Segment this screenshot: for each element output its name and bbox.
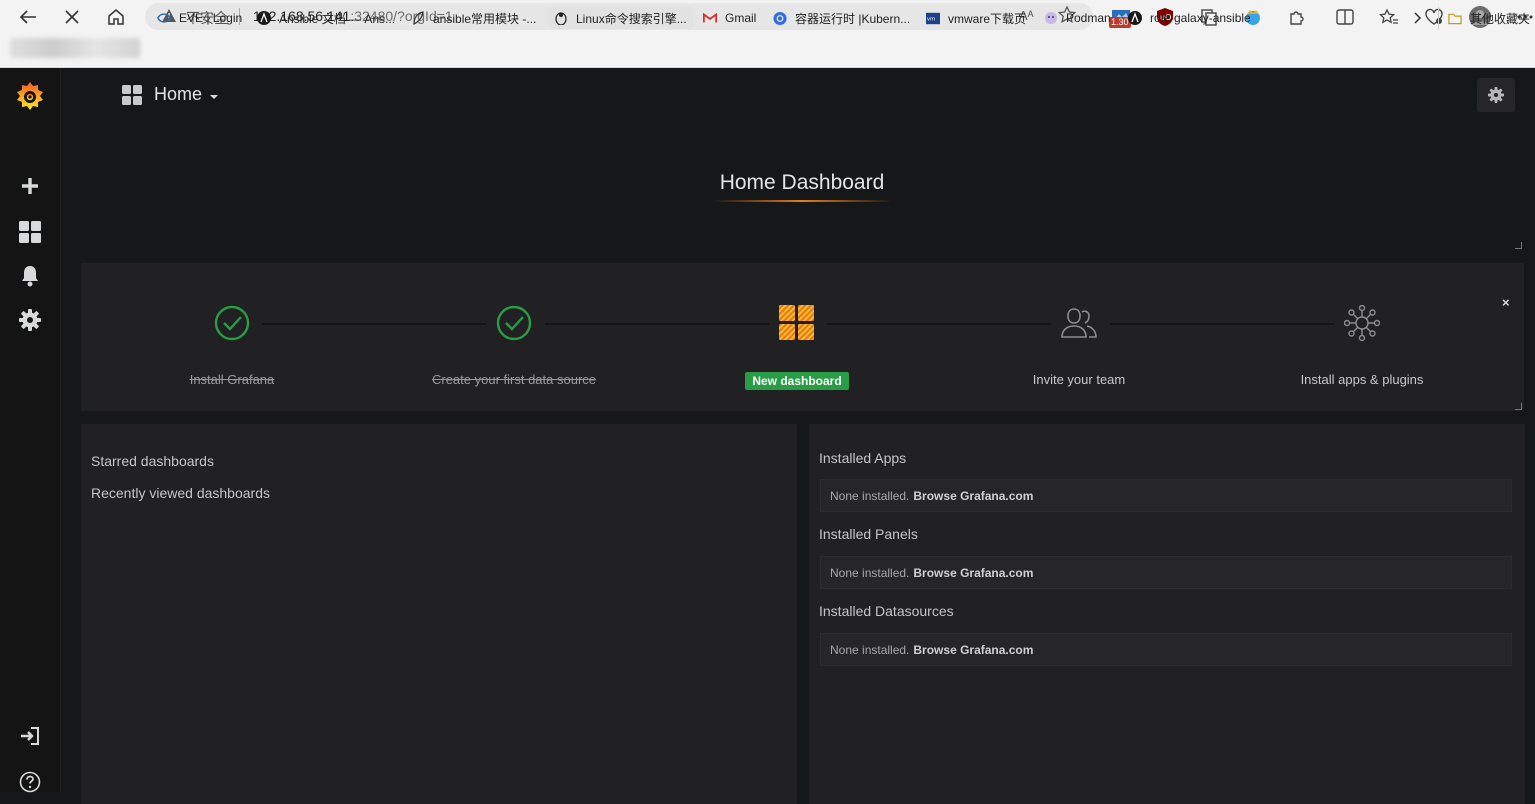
bookmark-ansible-docs[interactable]: Ansible 文档 — Ans...	[257, 7, 395, 29]
extensions-puzzle-icon[interactable]	[1284, 4, 1310, 30]
kubernetes-icon	[773, 11, 787, 25]
dashboard-grid-icon	[122, 84, 142, 105]
bookmark-vmware[interactable]: vm vmware下载页	[926, 7, 1026, 29]
step-label-text: Install Grafana	[189, 372, 275, 387]
step-label-invite-team[interactable]: Invite your team	[969, 372, 1189, 387]
sign-in-icon[interactable]	[0, 716, 60, 756]
installed-panels-box: None installed. Browse Grafana.com	[820, 556, 1512, 589]
step-label-text: Invite your team	[1032, 372, 1126, 387]
bookmark-label: Ansible 文档 — Ans...	[279, 11, 396, 26]
browse-grafana-link[interactable]: Browse Grafana.com	[913, 566, 1033, 580]
podman-icon	[1044, 11, 1058, 25]
bookmark-ansible-modules[interactable]: ansible常用模块 -...	[411, 7, 536, 29]
none-installed-text: None installed.	[830, 642, 910, 657]
eve-icon	[157, 11, 171, 25]
dashboard-navbar: Home	[61, 68, 1535, 128]
users-icon	[969, 293, 1189, 353]
plugins-network-icon	[1252, 293, 1472, 353]
bookmark-eve[interactable]: EVE | Login	[157, 7, 242, 29]
bookmark-linux-search[interactable]: Linux命令搜索引擎...	[548, 7, 693, 29]
back-icon[interactable]	[13, 3, 43, 30]
bookmark-label: EVE | Login	[179, 11, 243, 25]
bookmark-label: 容器运行时 |Kubern...	[795, 11, 911, 26]
blurred-bookmark	[10, 38, 140, 58]
checkmark-circle-icon	[404, 293, 624, 353]
starred-dashboards-heading: Starred dashboards	[91, 453, 214, 469]
step-new-dashboard	[687, 293, 907, 353]
installed-apps-box: None installed. Browse Grafana.com	[820, 479, 1512, 512]
bookmark-label: vmware下载页	[948, 11, 1027, 26]
home-dashboard-title: Home Dashboard	[719, 171, 885, 194]
cog-icon	[1488, 87, 1504, 103]
bookmark-label: Linux命令搜索引擎...	[576, 11, 687, 26]
getting-started-panel: Install Grafana Create your first data s…	[81, 263, 1524, 411]
bookmark-kubernetes[interactable]: 容器运行时 |Kubern...	[773, 7, 910, 29]
checkmark-circle-icon	[122, 293, 342, 353]
grafana-sidemenu	[0, 68, 61, 793]
feather-icon	[411, 11, 425, 25]
none-installed-text: None installed.	[830, 565, 910, 580]
dashboard-name: Home	[154, 84, 203, 104]
step-label-new-dashboard: New dashboard	[687, 372, 907, 390]
caret-down-icon	[210, 94, 219, 99]
bookmark-gmail[interactable]: Gmail	[703, 7, 756, 29]
bookmark-role-galaxy[interactable]: role-galaxy-ansible	[1128, 7, 1251, 29]
none-installed-text: None installed.	[830, 488, 910, 503]
resize-handle[interactable]	[1515, 403, 1522, 410]
bookmark-label: Gmail	[725, 11, 757, 25]
new-dashboard-button[interactable]: New dashboard	[745, 372, 849, 390]
other-favorites-label: 其他收藏夹	[1470, 11, 1531, 26]
title-underline	[714, 200, 891, 202]
installed-apps-heading: Installed Apps	[819, 450, 907, 466]
step-install-grafana	[122, 293, 342, 353]
gmail-icon	[703, 11, 717, 25]
dashboard-settings-button[interactable]	[1477, 78, 1515, 112]
vmware-icon: vm	[926, 11, 940, 25]
step-label-text: Create your first data source	[431, 372, 597, 387]
bookmark-podman[interactable]: Podman	[1044, 7, 1111, 29]
alerting-bell-icon[interactable]	[0, 256, 60, 296]
recent-dashboards-heading: Recently viewed dashboards	[91, 485, 270, 501]
bookmarks-bar	[0, 33, 1535, 68]
grafana-main: Home Home Dashboard Install Grafana Crea…	[61, 68, 1535, 804]
bookmark-label: Podman	[1066, 11, 1111, 25]
folder-icon	[1448, 11, 1462, 25]
installed-datasources-box: None installed. Browse Grafana.com	[820, 633, 1512, 666]
bookmark-label: role-galaxy-ansible	[1150, 11, 1251, 25]
create-plus-icon[interactable]	[0, 166, 60, 206]
ansible-icon	[257, 11, 271, 25]
penguin-icon	[554, 11, 568, 25]
bookmark-label: ansible常用模块 -...	[433, 11, 537, 26]
dashboard-picker[interactable]: Home	[122, 84, 219, 105]
close-icon[interactable]: ×	[1502, 295, 1510, 310]
installed-plugins-panel: Installed Apps None installed. Browse Gr…	[809, 424, 1525, 804]
step-label-text: Install apps & plugins	[1300, 372, 1424, 387]
configuration-gear-icon[interactable]	[0, 300, 60, 340]
home-dashboard-text-panel: Home Dashboard	[81, 143, 1523, 253]
step-label-install-plugins[interactable]: Install apps & plugins	[1252, 372, 1472, 387]
step-invite-team	[969, 293, 1189, 353]
step-install-plugins	[1252, 293, 1472, 353]
resize-handle[interactable]	[1515, 242, 1522, 249]
ansible-icon	[1128, 11, 1142, 25]
help-icon[interactable]	[0, 762, 60, 802]
split-screen-icon[interactable]	[1332, 4, 1358, 30]
favorites-icon[interactable]	[1376, 4, 1402, 30]
installed-datasources-heading: Installed Datasources	[819, 603, 954, 619]
installed-panels-heading: Installed Panels	[819, 526, 918, 542]
svg-text:vm: vm	[927, 16, 935, 22]
browse-grafana-link[interactable]: Browse Grafana.com	[913, 643, 1033, 657]
step-label-install-grafana[interactable]: Install Grafana	[122, 372, 342, 387]
stop-icon[interactable]	[57, 3, 87, 30]
other-favorites-folder[interactable]: 其他收藏夹	[1438, 7, 1530, 29]
grafana-logo-icon[interactable]	[0, 76, 60, 116]
dashboards-list-panel: Starred dashboards Recently viewed dashb…	[81, 424, 797, 804]
step-label-create-data-source[interactable]: Create your first data source	[404, 372, 624, 387]
browse-grafana-link[interactable]: Browse Grafana.com	[913, 489, 1033, 503]
new-dashboard-grid-icon[interactable]	[687, 293, 907, 353]
step-create-data-source	[404, 293, 624, 353]
dashboards-icon[interactable]	[0, 212, 60, 252]
bookmarks-overflow-chevron-icon[interactable]	[1414, 7, 1422, 29]
home-icon[interactable]	[101, 3, 131, 30]
